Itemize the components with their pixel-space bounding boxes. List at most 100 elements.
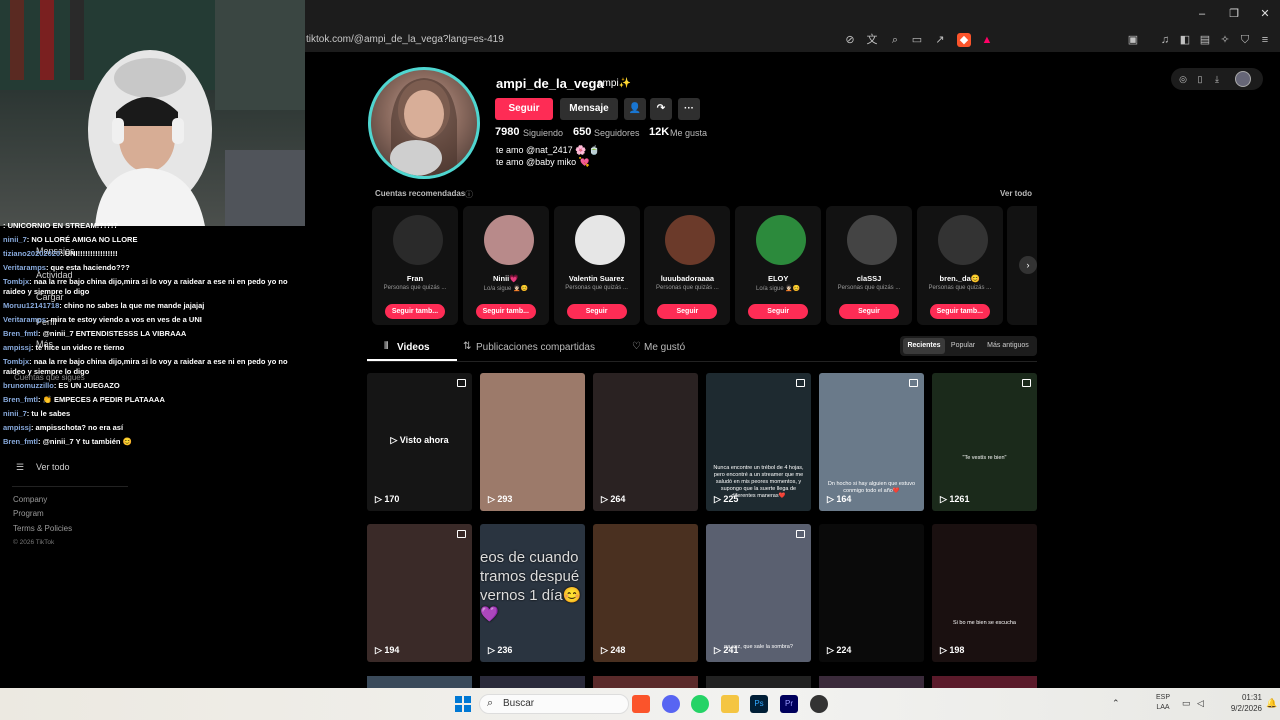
bio-line-1: te amo @nat_2417 🌸 🍵 bbox=[496, 145, 601, 155]
brave-rewards-icon[interactable]: ▲ bbox=[980, 33, 994, 47]
recommended-avatar[interactable] bbox=[847, 215, 897, 265]
view-count-value: 236 bbox=[497, 645, 513, 655]
video-thumbnail[interactable]: ▷ 248 bbox=[593, 524, 698, 662]
recommended-card[interactable]: luuubadoraaaa Personas que quizás ... Segu… bbox=[644, 206, 731, 325]
clock-date[interactable]: 9/2/2026 bbox=[1212, 704, 1262, 713]
add-friend-icon[interactable]: 👤 bbox=[624, 98, 646, 120]
video-thumbnail[interactable]: Dn hocho si hay alguien que estuvo conmi… bbox=[819, 373, 924, 511]
sidebar-toggle-icon[interactable]: ▣ bbox=[1126, 33, 1140, 47]
recommended-card[interactable]: bren._da😊 Personas que quizás ... Seguir t… bbox=[916, 206, 1003, 325]
video-thumbnail[interactable]: ▷ 194 bbox=[367, 524, 472, 662]
reader-icon[interactable]: ⊘ bbox=[843, 33, 857, 47]
recommended-avatar[interactable] bbox=[665, 215, 716, 265]
video-thumbnail[interactable]: ▷ 293 bbox=[480, 373, 585, 511]
video-thumbnail-partial[interactable] bbox=[367, 676, 472, 688]
download-icon[interactable]: ⤓ bbox=[1210, 72, 1224, 86]
following-label[interactable]: Siguiendo bbox=[523, 128, 563, 138]
footer-program[interactable]: Program bbox=[13, 507, 133, 521]
video-thumbnail-partial[interactable] bbox=[932, 676, 1037, 688]
recommended-see-all[interactable]: Ver todo bbox=[1000, 189, 1032, 198]
network-icon[interactable]: ▭ bbox=[1182, 698, 1191, 709]
notifications-icon[interactable]: 🔔 bbox=[1266, 698, 1277, 709]
recommended-follow-button[interactable]: Seguir tamb... bbox=[929, 304, 990, 319]
share-icon[interactable]: ↗ bbox=[933, 33, 947, 47]
recommended-avatar[interactable] bbox=[574, 215, 625, 265]
video-thumbnail-partial[interactable] bbox=[819, 676, 924, 688]
sort-recent[interactable]: Recientes bbox=[903, 338, 945, 354]
volume-icon[interactable]: ◁ bbox=[1197, 698, 1204, 709]
recommended-avatar[interactable] bbox=[483, 215, 534, 265]
sort-oldest[interactable]: Más antiguos bbox=[982, 338, 1034, 354]
recommended-card[interactable]: ELOY Lo/a sigue 🧑🏻‍🦱😊 Seguir bbox=[735, 206, 822, 325]
minimize-icon[interactable]: – bbox=[1194, 6, 1210, 22]
discord-taskbar-icon[interactable] bbox=[662, 695, 680, 713]
clock-time[interactable]: 01:31 bbox=[1222, 693, 1262, 702]
share-profile-icon[interactable]: ↷ bbox=[650, 98, 672, 120]
brave-shield-icon[interactable]: ◆ bbox=[957, 33, 971, 47]
footer-company[interactable]: Company bbox=[13, 493, 133, 507]
coins-icon[interactable]: ◎ bbox=[1176, 72, 1190, 86]
tab-shared[interactable]: Publicaciones compartidas bbox=[476, 341, 595, 355]
language-indicator[interactable]: ESP bbox=[1154, 694, 1172, 701]
video-thumbnail-partial[interactable] bbox=[706, 676, 811, 688]
followers-label[interactable]: Seguidores bbox=[594, 128, 640, 138]
recommended-card[interactable]: Valentin Suarez Personas que quizás ... Se… bbox=[553, 206, 640, 325]
recommended-card[interactable]: claSSJ Personas que quizás ... Seguir bbox=[826, 206, 912, 325]
taskbar-search[interactable] bbox=[479, 694, 629, 714]
video-thumbnail-partial[interactable] bbox=[480, 676, 585, 688]
tab-liked[interactable]: Me gustó bbox=[644, 341, 685, 355]
follow-button[interactable]: Seguir bbox=[495, 98, 553, 120]
recommended-follow-button[interactable]: Seguir bbox=[657, 304, 718, 319]
video-thumbnail[interactable]: ▷ 264 bbox=[593, 373, 698, 511]
vpn-icon[interactable]: ⛉ bbox=[1238, 33, 1252, 47]
video-thumbnail[interactable]: na vez, que sale la sombra? ▷ 241 bbox=[706, 524, 811, 662]
profile-avatar[interactable] bbox=[368, 67, 480, 179]
sort-popular[interactable]: Popular bbox=[946, 338, 980, 354]
video-thumbnail[interactable]: Nunca encontre un trébol de 4 hojas, per… bbox=[706, 373, 811, 511]
sidebar-see-all[interactable]: Ver todo bbox=[36, 460, 156, 474]
ai-icon[interactable]: ✧ bbox=[1218, 33, 1232, 47]
premiere-icon[interactable]: Pr bbox=[780, 695, 798, 713]
video-thumbnail[interactable]: ▷ 224 bbox=[819, 524, 924, 662]
photoshop-icon[interactable]: Ps bbox=[750, 695, 768, 713]
chevron-up-icon[interactable]: ⌃ bbox=[1112, 698, 1120, 709]
video-thumbnail[interactable]: Si bo me bien se escucha ▷ 198 bbox=[932, 524, 1037, 662]
user-avatar[interactable] bbox=[1235, 71, 1251, 87]
close-icon[interactable]: ✕ bbox=[1257, 6, 1273, 22]
restore-icon[interactable]: ❐ bbox=[1226, 6, 1242, 22]
tab-videos[interactable]: Videos bbox=[397, 341, 430, 355]
recommended-follow-button[interactable]: Seguir tamb... bbox=[475, 304, 536, 319]
menu-icon[interactable]: ≡ bbox=[1258, 33, 1272, 47]
brave-taskbar-icon[interactable] bbox=[632, 695, 650, 713]
message-button[interactable]: Mensaje bbox=[560, 98, 618, 120]
recommended-avatar[interactable] bbox=[393, 215, 443, 265]
phone-icon[interactable]: ▯ bbox=[1193, 72, 1207, 86]
info-icon[interactable]: ⓘ bbox=[465, 189, 473, 200]
video-thumbnail[interactable]: eos de cuando tramos despué vernos 1 día… bbox=[480, 524, 585, 662]
recommended-card[interactable]: Ninii💗 Lo/a sigue 🧑🏻‍🦱😊 Seguir tamb... bbox=[462, 206, 549, 325]
whatsapp-taskbar-icon[interactable] bbox=[691, 695, 709, 713]
video-thumbnail[interactable]: "Te vestís re bien" ▷ 1261 bbox=[932, 373, 1037, 511]
keyboard-layout[interactable]: LAA bbox=[1154, 704, 1172, 711]
obs-taskbar-icon[interactable] bbox=[810, 695, 828, 713]
recommended-follow-button[interactable]: Seguir bbox=[839, 304, 899, 319]
windows-start-icon[interactable] bbox=[455, 696, 471, 712]
chevron-right-icon[interactable]: › bbox=[1019, 256, 1037, 274]
translate-icon[interactable]: 文 bbox=[865, 33, 879, 47]
file-explorer-icon[interactable] bbox=[721, 695, 739, 713]
zoom-icon[interactable]: ⌕ bbox=[888, 33, 902, 47]
recommended-follow-button[interactable]: Seguir tamb... bbox=[385, 304, 445, 319]
more-options-icon[interactable]: ··· bbox=[678, 98, 700, 120]
video-thumbnail-partial[interactable] bbox=[593, 676, 698, 688]
wallet-icon[interactable]: ▤ bbox=[1198, 33, 1212, 47]
music-icon[interactable]: ♫ bbox=[1158, 33, 1172, 47]
panel-icon[interactable]: ◧ bbox=[1178, 33, 1192, 47]
recommended-follow-button[interactable]: Seguir bbox=[566, 304, 627, 319]
cast-icon[interactable]: ▭ bbox=[910, 33, 924, 47]
recommended-avatar[interactable] bbox=[937, 215, 988, 265]
video-thumbnail[interactable]: ▷ Visto ahora ▷ 170 bbox=[367, 373, 472, 511]
recommended-card[interactable]: Fran Personas que quizás ... Seguir tamb..… bbox=[372, 206, 458, 325]
recommended-avatar[interactable] bbox=[756, 215, 807, 265]
footer-terms[interactable]: Terms & Policies bbox=[13, 522, 133, 536]
recommended-follow-button[interactable]: Seguir bbox=[748, 304, 809, 319]
